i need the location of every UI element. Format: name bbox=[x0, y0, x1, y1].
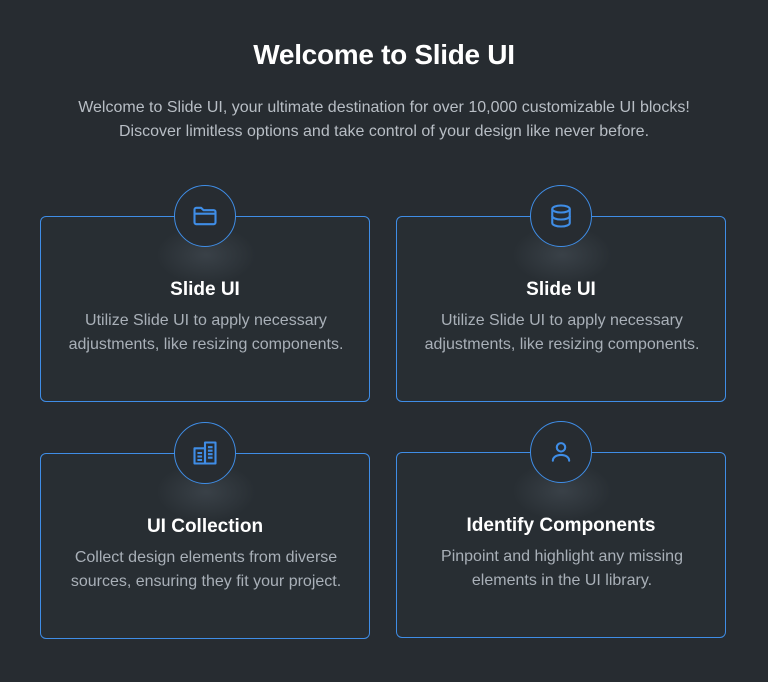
card-title: UI Collection bbox=[146, 516, 264, 537]
page-title: Welcome to Slide UI bbox=[253, 39, 515, 70]
card-description: Pinpoint and highlight any missing eleme… bbox=[441, 548, 683, 589]
card-description: Utilize Slide UI to apply necessary adju… bbox=[424, 312, 700, 353]
card-description: Collect design elements from diverse sou… bbox=[70, 549, 342, 590]
feature-card-slide-ui-2[interactable]: Slide UI Utilize Slide UI to apply neces… bbox=[396, 185, 726, 402]
card-icon-circle bbox=[174, 422, 236, 484]
user-icon bbox=[551, 442, 571, 462]
folder-icon bbox=[193, 206, 217, 226]
card-title: Identify Components bbox=[466, 515, 656, 536]
page-subtitle: Welcome to Slide UI, your ultimate desti… bbox=[78, 99, 690, 140]
feature-card-slide-ui-1[interactable]: Slide UI Utilize Slide UI to apply neces… bbox=[40, 185, 370, 402]
building-icon bbox=[193, 441, 217, 465]
card-description: Utilize Slide UI to apply necessary adju… bbox=[68, 312, 344, 353]
feature-card-ui-collection[interactable]: UI Collection Collect design elements fr… bbox=[40, 422, 370, 639]
card-icon-circle bbox=[174, 185, 236, 247]
card-title: Slide UI bbox=[170, 279, 240, 300]
card-icon-circle bbox=[530, 185, 592, 247]
feature-card-identify-components[interactable]: Identify Components Pinpoint and highlig… bbox=[396, 421, 726, 638]
card-title: Slide UI bbox=[526, 279, 596, 300]
page: Welcome to Slide UI Welcome to Slide UI,… bbox=[0, 0, 768, 682]
database-icon bbox=[551, 204, 571, 228]
card-icon-circle bbox=[530, 421, 592, 483]
